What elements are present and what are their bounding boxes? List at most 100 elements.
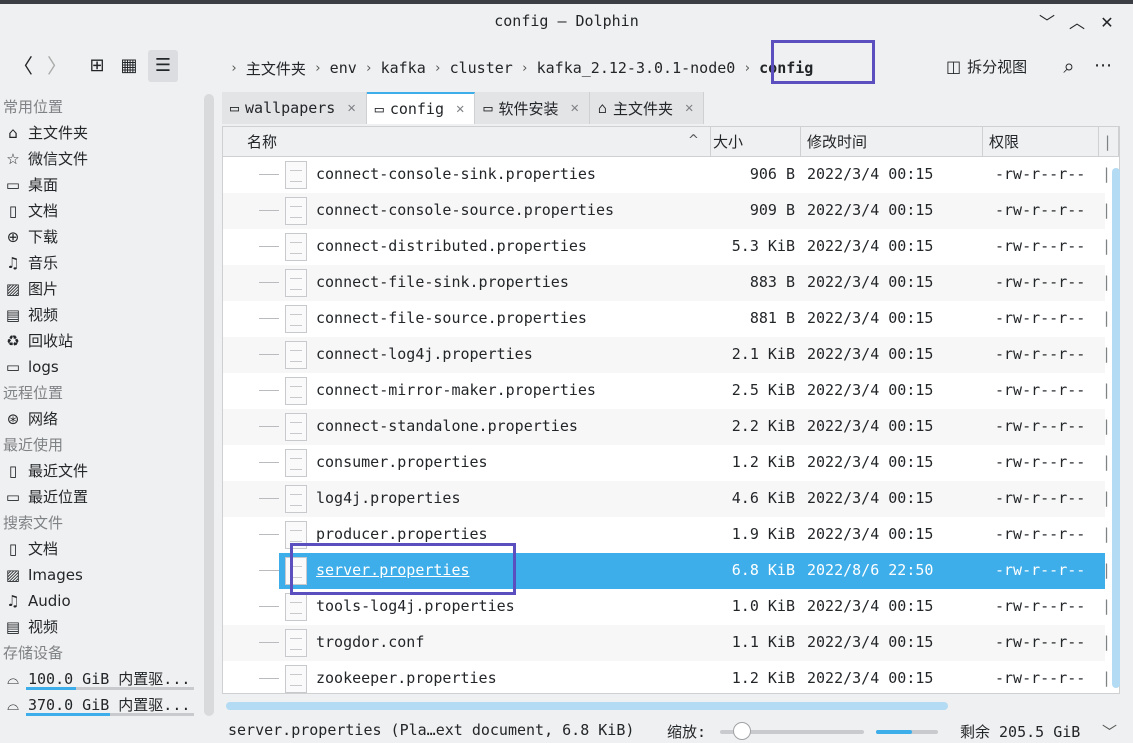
file-row[interactable]: connect-distributed.properties 5.3 KiB 202…: [223, 229, 1111, 265]
tab-item[interactable]: ▭ 软件安装 ✕: [475, 92, 590, 124]
file-modified: 2022/3/4 00:15: [807, 381, 934, 399]
file-row[interactable]: log4j.properties 4.6 KiB 2022/3/4 00:15 -rw…: [223, 481, 1111, 517]
tab-item[interactable]: ⌂ 主文件夹 ✕: [589, 92, 705, 124]
free-space-text: 剩余 205.5 GiB: [960, 723, 1081, 741]
column-edge-marker: |: [1102, 237, 1112, 255]
back-button[interactable]: 〈: [8, 50, 38, 82]
sidebar-item-label: 视频: [28, 306, 59, 324]
forward-button[interactable]: 〉: [42, 50, 72, 82]
column-modified[interactable]: 修改时间: [801, 127, 983, 157]
column-edge-marker: |: [1102, 453, 1112, 471]
drive-icon: ⌓: [7, 696, 19, 714]
minimize-button[interactable]: ﹀: [1036, 12, 1058, 34]
file-name: connect-console-sink.properties: [316, 165, 596, 183]
column-permissions[interactable]: 权限: [983, 127, 1099, 157]
tree-line: [259, 246, 279, 247]
breadcrumb-separator-icon: ›: [520, 60, 529, 76]
picture-icon: ▨: [5, 280, 21, 298]
horizontal-scrollbar[interactable]: [226, 702, 948, 710]
sidebar-item-label: 回收站: [28, 332, 74, 350]
close-tab-icon[interactable]: ✕: [347, 100, 355, 116]
desktop-icon: ▭: [5, 176, 21, 194]
tree-line: [259, 606, 279, 607]
sidebar-item[interactable]: ⌓ 100.0 GiB 内置驱...: [0, 666, 196, 692]
tree-line: [259, 678, 279, 679]
breadcrumb-item[interactable]: cluster: [450, 59, 513, 77]
sidebar-item[interactable]: ▤ 视频: [0, 614, 196, 640]
breadcrumb-item[interactable]: kafka_2.12-3.0.1-node0: [537, 59, 736, 77]
sidebar-item-label: Audio: [28, 592, 71, 610]
sidebar-item[interactable]: ▯ 最近文件: [0, 458, 196, 484]
tree-line: [259, 498, 279, 499]
search-icon[interactable]: ⌕: [1054, 50, 1084, 82]
document-icon: ▯: [8, 202, 18, 220]
drive-usage-fill: [26, 687, 77, 690]
sidebar-item[interactable]: ▯ 文档: [0, 198, 196, 224]
menu-icon[interactable]: ⋯: [1088, 50, 1118, 82]
close-tab-icon[interactable]: ✕: [685, 100, 693, 116]
file-row[interactable]: connect-standalone.properties 2.2 KiB 2022…: [223, 409, 1111, 445]
column-edge-marker: |: [1102, 525, 1112, 543]
close-button[interactable]: ✕: [1096, 12, 1118, 34]
tab-item[interactable]: ▭ wallpapers ✕: [222, 92, 367, 124]
zoom-label: 缩放:: [667, 723, 707, 741]
sidebar-item[interactable]: ▨ Images: [0, 562, 196, 588]
tab-active[interactable]: ▭ config ✕: [366, 92, 476, 124]
details-view-button[interactable]: ☰: [148, 50, 178, 82]
column-name[interactable]: 名称: [241, 127, 711, 157]
breadcrumb-item[interactable]: 主文件夹: [246, 58, 306, 79]
file-row[interactable]: trogdor.conf 1.1 KiB 2022/3/4 00:15 -rw-r--…: [223, 625, 1111, 661]
vertical-scrollbar[interactable]: [1112, 168, 1120, 688]
breadcrumb-item[interactable]: kafka: [381, 59, 426, 77]
maximize-button[interactable]: ︿: [1066, 12, 1088, 34]
sidebar-item[interactable]: ⌓ 370.0 GiB 内置驱...: [0, 692, 196, 718]
sidebar-item[interactable]: ♫ Audio: [0, 588, 196, 614]
split-view-button[interactable]: ◫ 拆分视图: [946, 56, 1027, 77]
compact-view-button[interactable]: ▦: [114, 50, 144, 82]
sidebar-item[interactable]: ▭ 桌面: [0, 172, 196, 198]
file-name: connect-standalone.properties: [316, 417, 578, 435]
sidebar-item[interactable]: ▯ 文档: [0, 536, 196, 562]
sidebar-item[interactable]: ☆ 微信文件: [0, 146, 196, 172]
close-tab-icon[interactable]: ✕: [570, 100, 578, 116]
sidebar-item[interactable]: ⊕ 下载: [0, 224, 196, 250]
file-row[interactable]: zookeeper.properties 1.2 KiB 2022/3/4 00:1…: [223, 661, 1111, 693]
icons-view-button[interactable]: ⊞: [82, 50, 112, 82]
file-row[interactable]: connect-file-source.properties 881 B 2022/…: [223, 301, 1111, 337]
sidebar-item[interactable]: ⌂ 主文件夹: [0, 120, 196, 146]
sidebar-item[interactable]: ▤ 视频: [0, 302, 196, 328]
file-row[interactable]: connect-console-sink.properties 906 B 2022…: [223, 157, 1111, 193]
sidebar-item-label: 网络: [28, 410, 59, 428]
column-size[interactable]: 大小: [707, 127, 801, 157]
free-space-fill: [876, 730, 912, 734]
text-file-icon: [285, 665, 307, 693]
sidebar-item[interactable]: ♫ 音乐: [0, 250, 196, 276]
sidebar-item-label: 微信文件: [28, 150, 89, 168]
free-space-bar: [876, 730, 938, 734]
sidebar-item[interactable]: ▨ 图片: [0, 276, 196, 302]
sidebar-item[interactable]: ♻ 回收站: [0, 328, 196, 354]
file-row[interactable]: connect-log4j.properties 2.1 KiB 2022/3/4 …: [223, 337, 1111, 373]
file-row[interactable]: connect-console-source.properties 909 B 20…: [223, 193, 1111, 229]
sidebar-item[interactable]: ▭ logs: [0, 354, 196, 380]
file-size: 4.6 KiB: [731, 489, 795, 507]
image-icon: ▨: [5, 566, 21, 584]
file-permissions: -rw-r--r--: [995, 489, 1086, 507]
breadcrumb-item[interactable]: env: [330, 59, 357, 77]
tab-bar: ▭ wallpapers ✕ ▭ config ✕ ▭ 软件安装 ✕ ⌂ 主文件夹 ✕: [222, 92, 705, 124]
drive-usage-bar: [26, 713, 194, 716]
zoom-slider-handle[interactable]: [732, 722, 751, 740]
sidebar-item-label: 视频: [28, 618, 59, 636]
breadcrumb-separator-icon: ›: [743, 60, 752, 76]
sidebar-item-label: 图片: [28, 280, 59, 298]
sidebar-scrollbar[interactable]: [204, 94, 214, 716]
sidebar-item[interactable]: ▭ 最近位置: [0, 484, 196, 510]
folder-icon: ▭: [5, 358, 21, 376]
sidebar-item[interactable]: ⊛ 网络: [0, 406, 196, 432]
file-row[interactable]: consumer.properties 1.2 KiB 2022/3/4 00:15…: [223, 445, 1111, 481]
file-row[interactable]: connect-mirror-maker.properties 2.5 KiB 20…: [223, 373, 1111, 409]
file-row[interactable]: connect-file-sink.properties 883 B 2022/3/…: [223, 265, 1111, 301]
chevron-down-icon[interactable]: ﹀: [1102, 721, 1117, 742]
file-name: trogdor.conf: [316, 633, 425, 651]
close-tab-icon[interactable]: ✕: [456, 101, 464, 117]
